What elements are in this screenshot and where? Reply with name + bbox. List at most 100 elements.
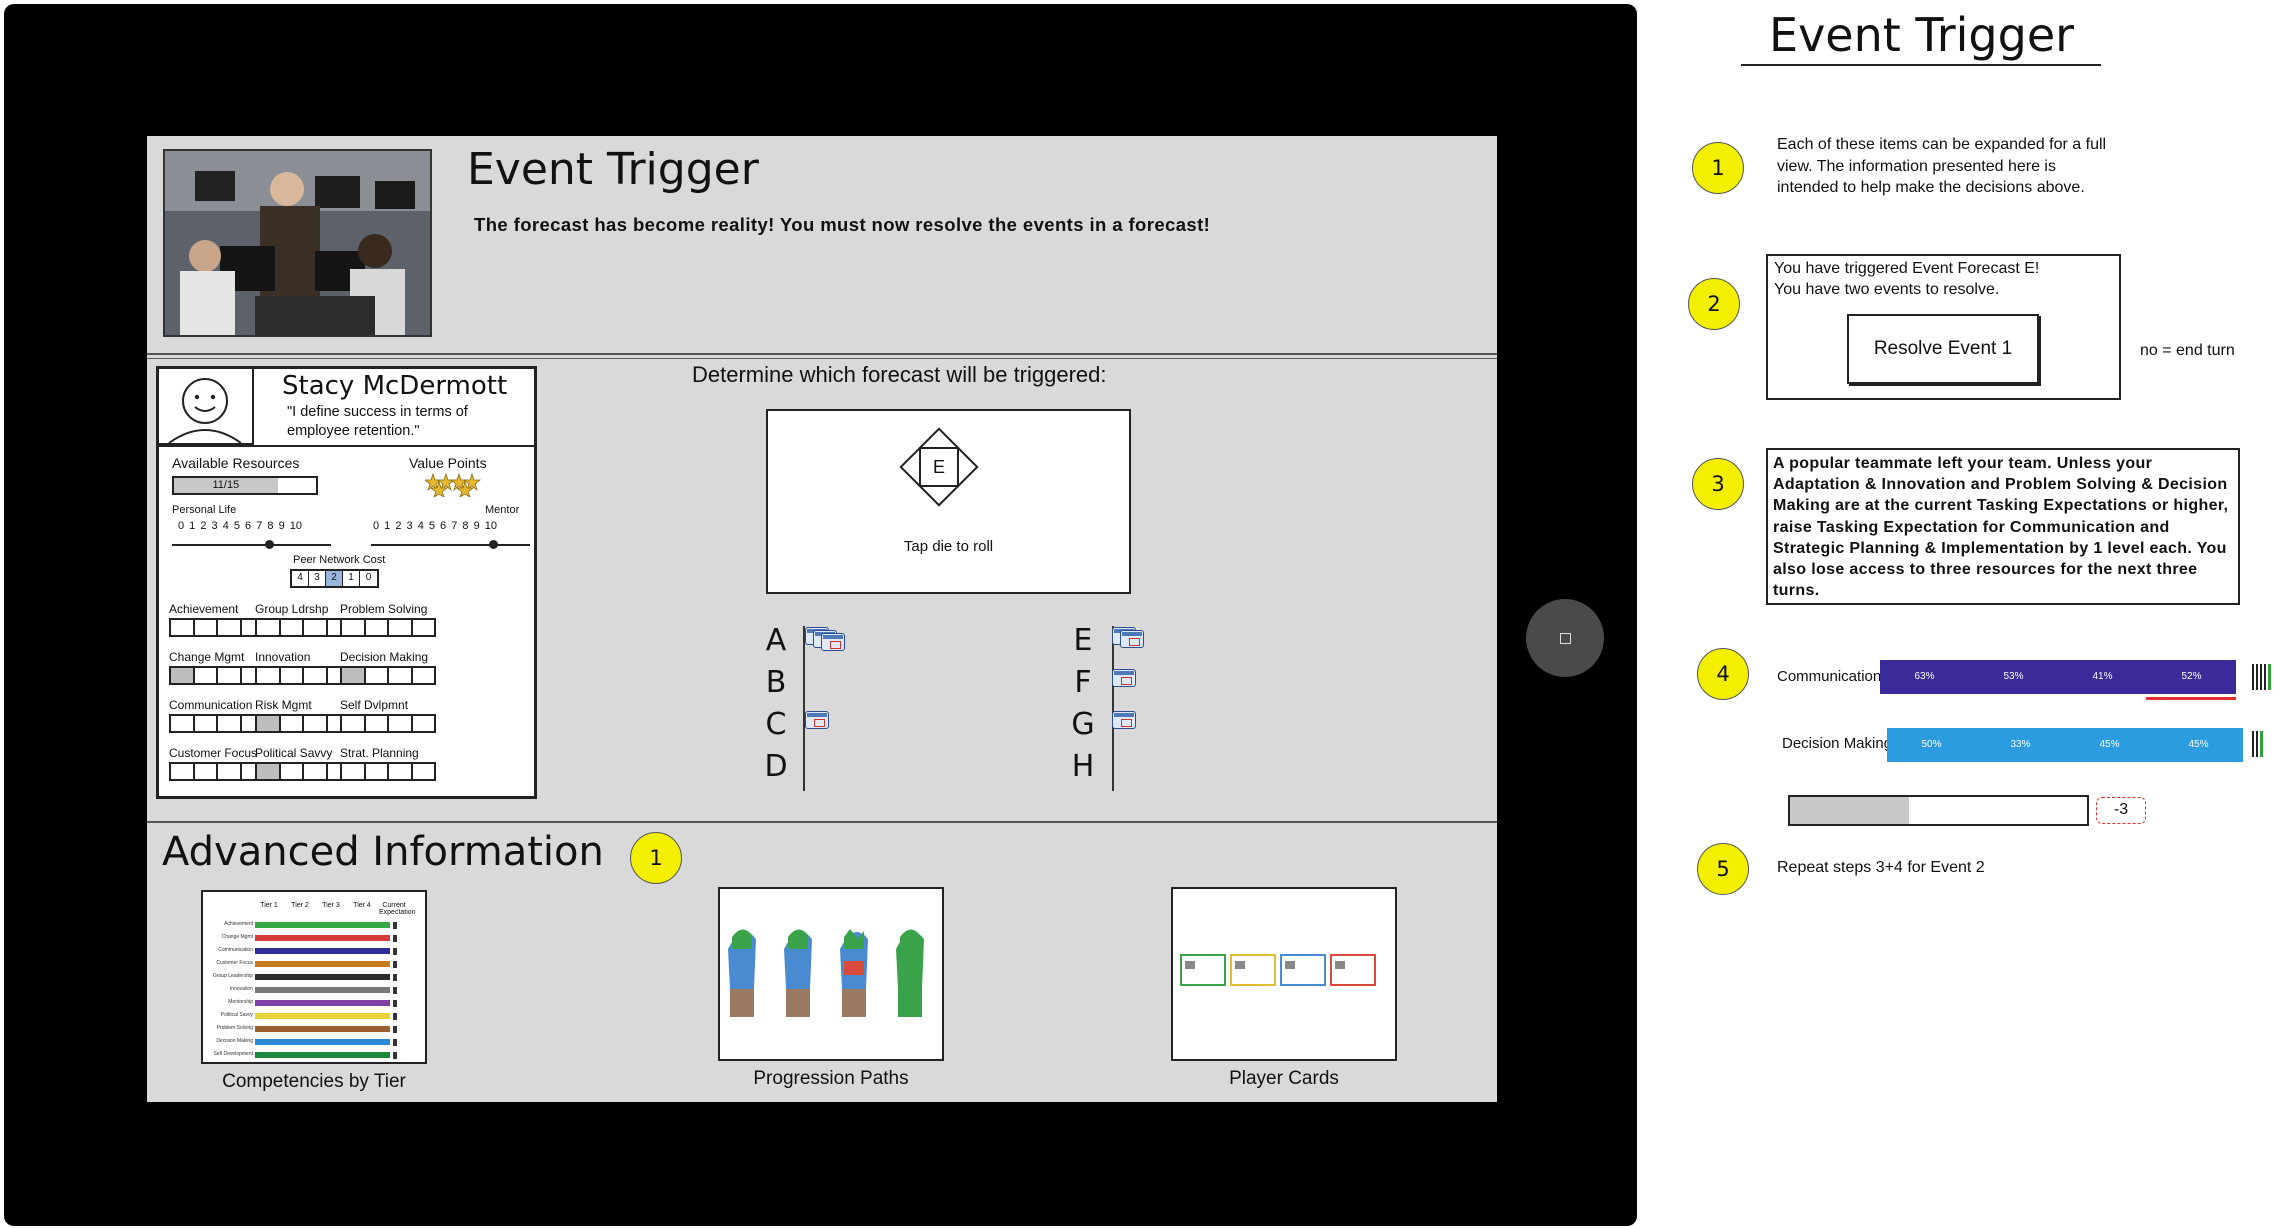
competency-level-boxes xyxy=(255,666,351,685)
bar-segment: 63% xyxy=(1880,660,1969,694)
event-dialog-text: You have triggered Event Forecast E! You… xyxy=(1774,258,2039,300)
forecast-card-icon xyxy=(1112,669,1136,687)
page-subtitle: The forecast has become reality! You mus… xyxy=(474,214,1211,235)
app-screen: Event Trigger The forecast has become re… xyxy=(147,136,1497,1102)
personal-life-label: Personal Life xyxy=(172,504,237,516)
event-description: A popular teammate left your team. Unles… xyxy=(1766,448,2240,605)
tier-header: Current Expectation xyxy=(379,902,416,916)
tier-row-label: Decision Making xyxy=(216,1038,253,1044)
tier-row-marker xyxy=(393,1013,397,1020)
competency-tracker[interactable]: Strat. Planning xyxy=(340,746,450,781)
no-end-turn-note: no = end turn xyxy=(2140,342,2235,359)
bar-underline xyxy=(2146,697,2236,700)
tier-row-marker xyxy=(393,974,397,981)
event-photo xyxy=(163,149,432,337)
die-roll-box[interactable]: E Tap die to roll xyxy=(766,409,1131,594)
tier-row-label: Achievement xyxy=(224,921,253,927)
divider xyxy=(147,358,1497,359)
avatar xyxy=(159,369,254,445)
page-title: Event Trigger xyxy=(467,144,759,195)
resources-bar-fill: 11/15 xyxy=(174,478,278,493)
mentor-slider-knob[interactable] xyxy=(489,540,498,549)
divider xyxy=(1741,64,2101,66)
player-cards-icon xyxy=(1180,954,1376,986)
tier-row-bar xyxy=(255,1039,390,1045)
advanced-info-title: Advanced Information xyxy=(162,829,604,875)
peer-network-option[interactable]: 2 xyxy=(326,571,343,586)
tier-row-marker xyxy=(393,1039,397,1046)
tier-row-bar xyxy=(255,987,390,993)
personal-life-slider[interactable] xyxy=(172,544,331,546)
divider xyxy=(147,353,1497,355)
forecast-letter: C xyxy=(765,707,787,742)
event-dialog: You have triggered Event Forecast E! You… xyxy=(1766,254,2121,400)
tier-header: Tier 2 xyxy=(291,902,309,909)
thumbnail-caption: Progression Paths xyxy=(753,1068,909,1089)
player-card[interactable]: Stacy McDermott "I define success in ter… xyxy=(156,366,537,799)
forecast-prompt: Determine which forecast will be trigger… xyxy=(692,362,1107,387)
tier-row-label: Customer Focus xyxy=(216,960,253,966)
competency-label: Self Dvlpmnt xyxy=(340,698,409,712)
peer-network-option[interactable]: 0 xyxy=(360,571,377,586)
competency-level-boxes xyxy=(169,666,265,685)
competencies-by-tier-thumbnail[interactable]: Tier 1 Tier 2 Tier 3 Tier 4 Current Expectat… xyxy=(201,890,427,1064)
bar-label-communication: Communication xyxy=(1777,668,1882,685)
tier-row-marker xyxy=(393,1026,397,1033)
peer-network-option[interactable]: 4 xyxy=(292,571,309,586)
step-badge: 2 xyxy=(1688,278,1740,330)
tier-row-label: Political Savvy xyxy=(220,1012,253,1018)
player-name: Stacy McDermott xyxy=(282,371,508,401)
mentor-scale: 0 1 2 3 4 5 6 7 8 9 10 xyxy=(373,520,497,532)
tier-header: Tier 1 xyxy=(260,902,278,909)
tier-row-bar xyxy=(255,935,390,941)
competency-level-boxes xyxy=(255,618,351,637)
tier-row-label: Problem Solving xyxy=(216,1025,253,1031)
decision-making-bar: 50% 33% 45% 45% xyxy=(1887,728,2243,762)
tier-row-marker xyxy=(393,935,397,942)
resource-penalty-bar xyxy=(1788,795,2089,826)
step-badge: 1 xyxy=(630,832,682,884)
home-button[interactable] xyxy=(1526,599,1604,677)
peer-network-label: Peer Network Cost xyxy=(293,554,386,566)
step-badge: 4 xyxy=(1697,648,1749,700)
event-dialog-line: You have triggered Event Forecast E! xyxy=(1774,260,2040,277)
event-dialog-line: You have two events to resolve. xyxy=(1774,281,2000,298)
competency-tracker[interactable]: Self Dvlpmnt xyxy=(340,698,450,733)
player-cards-thumbnail[interactable] xyxy=(1171,887,1397,1061)
tier-row-bar xyxy=(255,948,390,954)
available-resources-label: Available Resources xyxy=(172,455,300,471)
competency-tracker[interactable]: Decision Making xyxy=(340,650,450,685)
peer-network-option[interactable]: 3 xyxy=(309,571,326,586)
tier-row-label: Mentorship xyxy=(228,999,253,1005)
progression-paths-thumbnail[interactable] xyxy=(718,887,944,1061)
tier-row-marker xyxy=(393,1000,397,1007)
competency-tracker[interactable]: Problem Solving xyxy=(340,602,450,637)
tier-row-marker xyxy=(393,961,397,968)
competency-level-boxes xyxy=(340,618,436,637)
mentor-slider[interactable] xyxy=(371,544,530,546)
tier-header: Tier 4 xyxy=(353,902,371,909)
competency-level-boxes xyxy=(340,714,436,733)
tablet-frame: Event Trigger The forecast has become re… xyxy=(4,4,1637,1226)
bar-segment: 45% xyxy=(2154,728,2243,762)
bar-segment: 50% xyxy=(1887,728,1976,762)
divider xyxy=(1112,626,1114,791)
tally-marks xyxy=(2252,731,2263,757)
step-5-text: Repeat steps 3+4 for Event 2 xyxy=(1777,859,1985,876)
competency-level-boxes xyxy=(340,666,436,685)
progression-pillars-icon xyxy=(728,929,924,1017)
divider xyxy=(147,821,1497,823)
bar-segment: 41% xyxy=(2058,660,2147,694)
forecast-card-icon xyxy=(805,711,829,729)
tier-row-label: Communication xyxy=(218,947,253,953)
personal-life-slider-knob[interactable] xyxy=(265,540,274,549)
forecast-letter: D xyxy=(764,749,788,784)
tier-row-bar xyxy=(255,974,390,980)
peer-network-selector[interactable]: 43210 xyxy=(290,569,379,588)
value-points-label: Value Points xyxy=(409,455,487,471)
peer-network-option[interactable]: 1 xyxy=(343,571,360,586)
resource-penalty-bar-fill xyxy=(1790,797,1909,824)
resolve-event-button[interactable]: Resolve Event 1 xyxy=(1847,314,2039,384)
forecast-letter: A xyxy=(765,623,787,658)
resources-bar: 11/15 xyxy=(172,476,318,495)
